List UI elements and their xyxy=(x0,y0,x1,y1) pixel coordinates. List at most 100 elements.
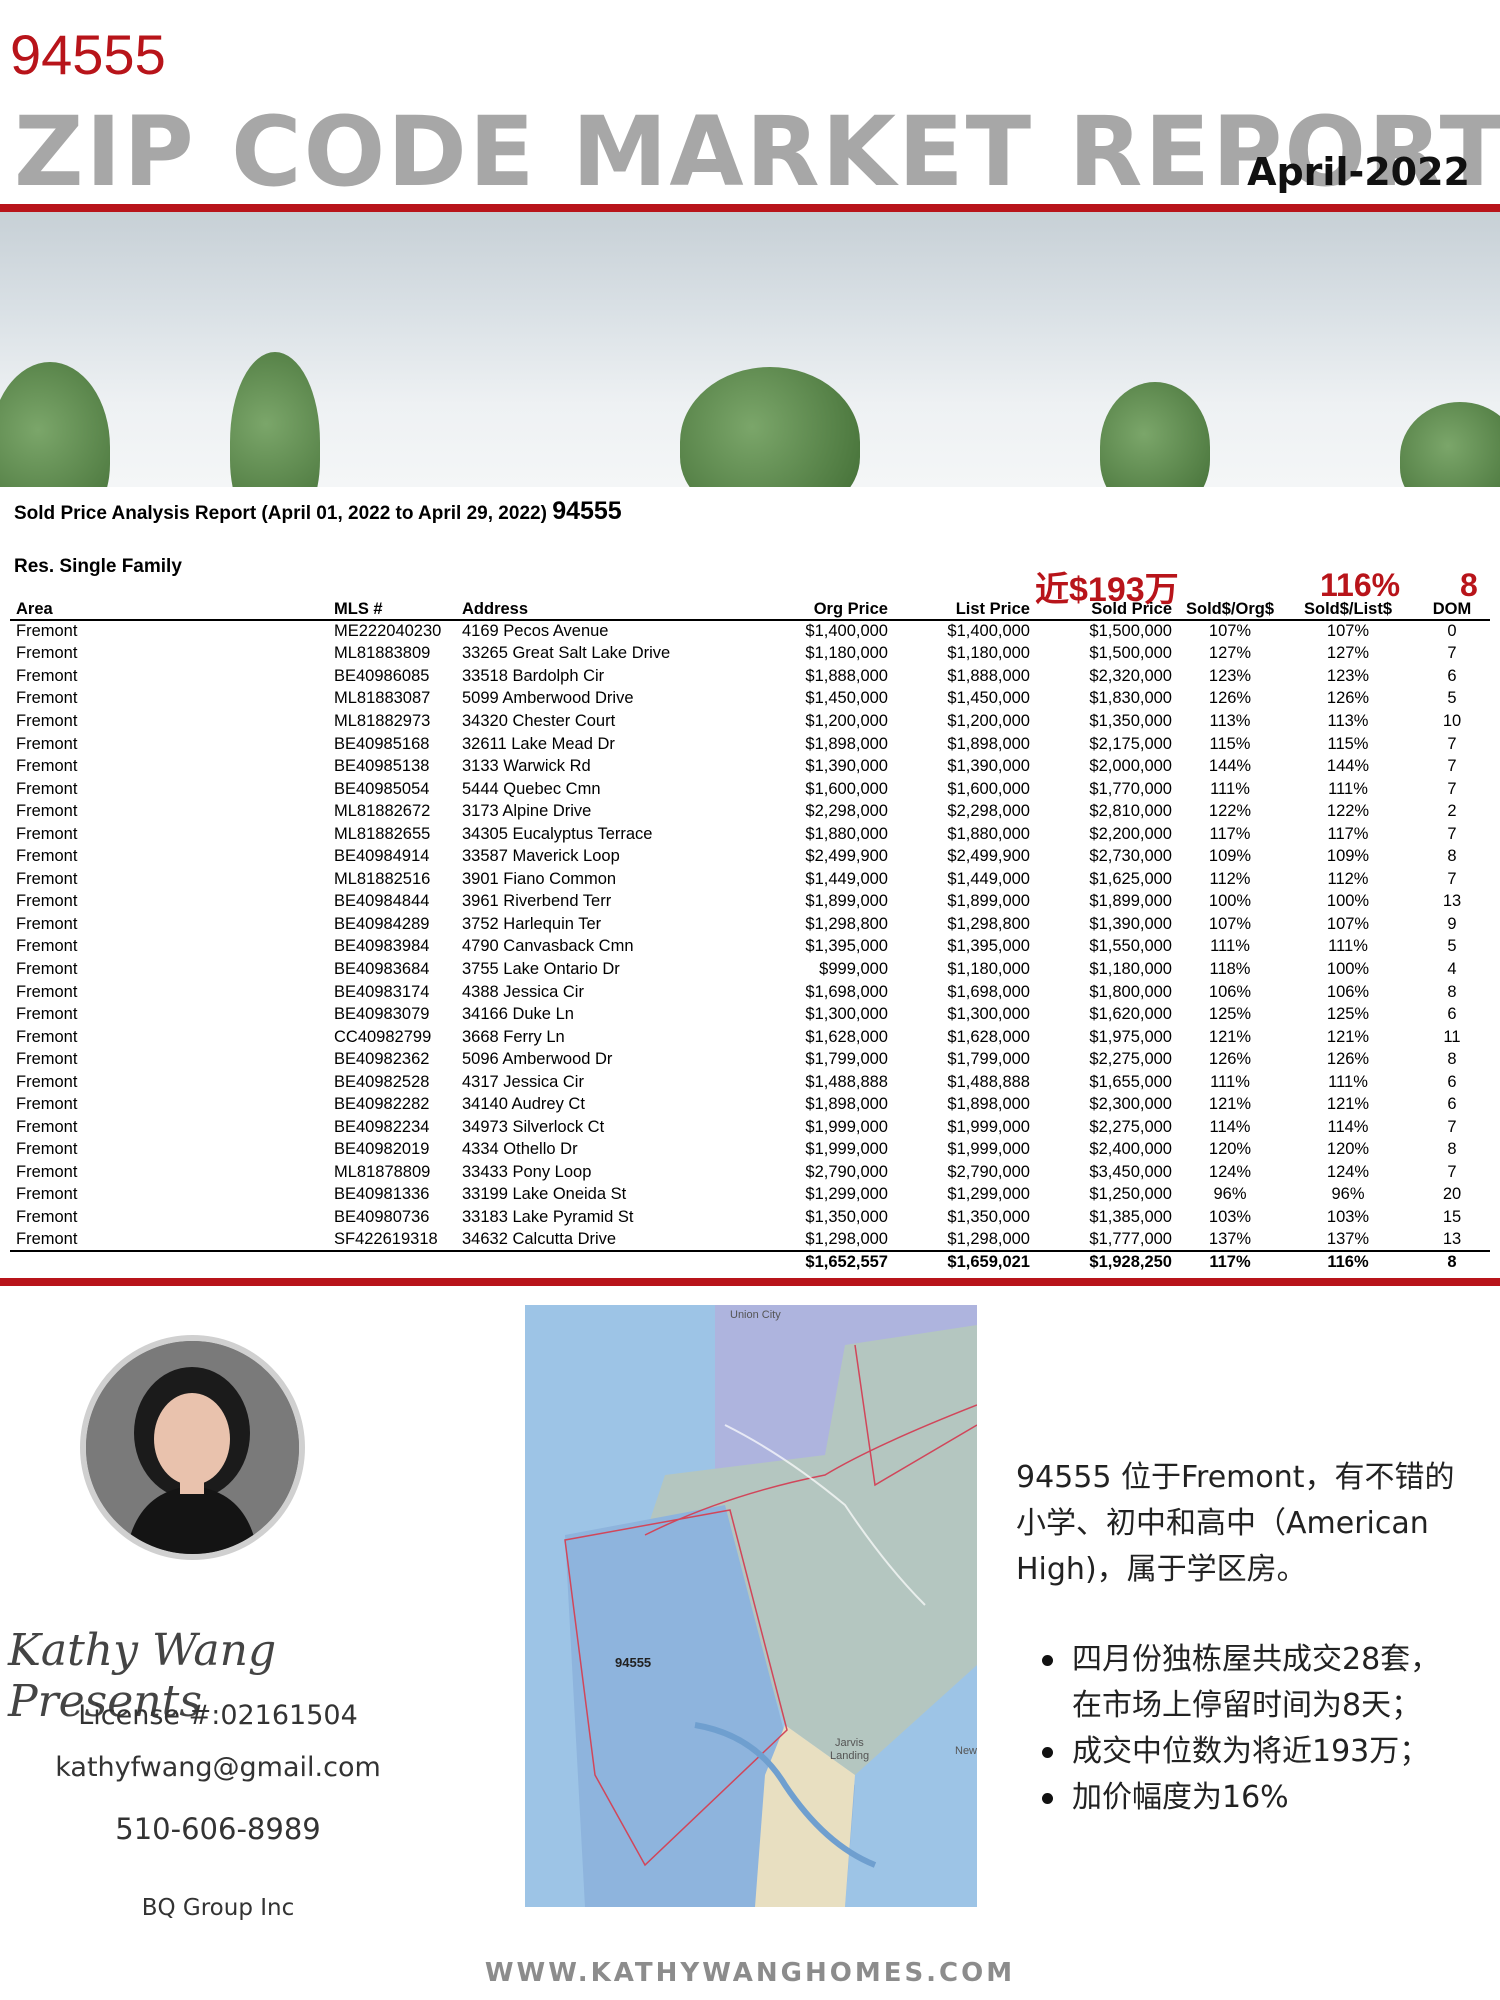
table-cell: 7 xyxy=(1447,869,1457,888)
col-header: Sold Price xyxy=(1036,600,1178,621)
table-cell: $1,880,000 xyxy=(805,824,888,843)
website-link[interactable]: WWW.KATHYWANGHOMES.COM xyxy=(0,1958,1500,1988)
table-cell: $1,500,000 xyxy=(1089,622,1172,641)
table-cell: $1,200,000 xyxy=(947,711,1030,730)
table-cell: $1,350,000 xyxy=(947,1207,1030,1226)
analysis-zip: 94555 xyxy=(552,497,622,525)
table-cell: $1,898,000 xyxy=(947,734,1030,753)
table-row: Fremont ML81878809 33433 Pony Loop $2,790,0… xyxy=(10,1161,1490,1184)
table-cell: Fremont xyxy=(16,1162,78,1181)
top-rule xyxy=(0,204,1500,212)
table-row: Fremont BE40984914 33587 Maverick Loop $2,4… xyxy=(10,845,1490,868)
table-cell: 6 xyxy=(1447,666,1457,685)
table-cell: 126% xyxy=(1326,689,1370,708)
table-row: Fremont BE40986085 33518 Bardolph Cir $1,88… xyxy=(10,665,1490,688)
table-cell: $1,975,000 xyxy=(1089,1027,1172,1046)
table-cell: 144% xyxy=(1326,757,1370,776)
table-cell: ML81878809 xyxy=(334,1162,431,1181)
table-cell: 111% xyxy=(1328,1072,1368,1091)
table-cell: 100% xyxy=(1208,892,1252,911)
map-graphic xyxy=(525,1305,977,1907)
map-label-zip: 94555 xyxy=(615,1655,652,1670)
table-cell: $1,888,000 xyxy=(947,666,1030,685)
table-cell: Fremont xyxy=(16,824,78,843)
table-cell: $1,350,000 xyxy=(805,1207,888,1226)
table-cell: 112% xyxy=(1327,869,1369,888)
table-cell: Fremont xyxy=(16,1140,78,1159)
summary-intro: 94555 位于Fremont，有不错的小学、初中和高中（American Hi… xyxy=(1016,1460,1455,1587)
table-cell: Fremont xyxy=(16,1095,78,1114)
table-cell: Fremont xyxy=(16,1027,78,1046)
table-cell: $2,300,000 xyxy=(1089,1095,1172,1114)
col-header: Sold$/List$ xyxy=(1282,600,1414,621)
agent-email[interactable]: kathyfwang@gmail.com xyxy=(0,1752,436,1783)
table-cell: 103% xyxy=(1326,1207,1370,1226)
table-cell: $1,550,000 xyxy=(1089,937,1172,956)
table-cell: 111% xyxy=(1210,779,1250,798)
table-cell: $2,730,000 xyxy=(1089,847,1172,866)
col-header: Area xyxy=(10,600,328,621)
table-cell: Fremont xyxy=(16,1185,78,1204)
table-cell: $3,450,000 xyxy=(1089,1162,1172,1181)
table-cell: $1,400,000 xyxy=(805,622,888,641)
table-cell: ML81883809 xyxy=(334,644,431,663)
table-cell: 0 xyxy=(1447,622,1457,641)
table-cell: $1,180,000 xyxy=(947,644,1030,663)
table-row: Fremont BE40982362 5096 Amberwood Dr $1,799… xyxy=(10,1048,1490,1071)
table-row: Fremont ML81882973 34320 Chester Court $1,2… xyxy=(10,710,1490,733)
table-cell: $2,298,000 xyxy=(947,802,1030,821)
table-row: Fremont SF422619318 34632 Calcutta Drive $1… xyxy=(10,1229,1490,1252)
summary-bullet: 成交中位数为将近193万； xyxy=(1042,1729,1492,1775)
table-cell: BE40985168 xyxy=(334,734,430,753)
table-cell: $1,799,000 xyxy=(947,1050,1030,1069)
table-cell: BE40982234 xyxy=(334,1117,430,1136)
table-cell: 3668 Ferry Ln xyxy=(462,1027,565,1046)
table-cell: $1,628,000 xyxy=(947,1027,1030,1046)
analysis-title: Sold Price Analysis Report (April 01, 20… xyxy=(14,497,622,526)
table-cell: $1,350,000 xyxy=(1089,711,1172,730)
table-cell: $2,320,000 xyxy=(1089,666,1172,685)
table-cell: 125% xyxy=(1326,1005,1370,1024)
table-cell: 114% xyxy=(1209,1117,1251,1136)
table-cell: 5 xyxy=(1447,689,1457,708)
map-label-place: New xyxy=(955,1745,977,1757)
table-cell: $2,790,000 xyxy=(947,1162,1030,1181)
table-cell: 3901 Fiano Common xyxy=(462,869,617,888)
table-cell: BE40982362 xyxy=(334,1050,430,1069)
table-cell: $1,770,000 xyxy=(1089,779,1172,798)
table-cell: 106% xyxy=(1326,982,1370,1001)
table-cell: 6 xyxy=(1447,1095,1457,1114)
table-cell: 107% xyxy=(1326,622,1370,641)
table-cell: Fremont xyxy=(16,847,78,866)
table-row: Fremont BE40982282 34140 Audrey Ct $1,898,0… xyxy=(10,1093,1490,1116)
table-cell: 3173 Alpine Drive xyxy=(462,802,592,821)
tree-shape xyxy=(1400,402,1500,487)
table-row: Fremont BE40984844 3961 Riverbend Terr $1,8… xyxy=(10,891,1490,914)
table-cell: 4388 Jessica Cir xyxy=(462,982,584,1001)
table-cell: Fremont xyxy=(16,734,78,753)
agent-phone[interactable]: 510-606-8989 xyxy=(0,1812,436,1846)
summary-bullets: 四月份独栋屋共成交28套， 在市场上停留时间为8天； 成交中位数为将近193万；… xyxy=(1042,1637,1492,1821)
table-row: Fremont BE40985138 3133 Warwick Rd $1,390,0… xyxy=(10,755,1490,778)
analysis-title-text: Sold Price Analysis Report (April 01, 20… xyxy=(14,503,547,524)
table-cell: 113% xyxy=(1327,711,1369,730)
table-cell: 34632 Calcutta Drive xyxy=(462,1230,617,1249)
table-cell: 111% xyxy=(1328,779,1368,798)
table-cell: SF422619318 xyxy=(334,1230,438,1249)
table-cell: $2,810,000 xyxy=(1089,802,1172,821)
table-cell: $1,400,000 xyxy=(947,622,1030,641)
table-cell: $1,449,000 xyxy=(805,869,888,888)
table-cell: 13 xyxy=(1442,892,1462,911)
table-cell: $1,899,000 xyxy=(805,892,888,911)
totals-row: $1,652,557 $1,659,021 $1,928,250 117% 11… xyxy=(10,1250,1490,1274)
table-cell: $1,300,000 xyxy=(947,1005,1030,1024)
table-cell: 8 xyxy=(1447,1050,1457,1069)
table-cell: Fremont xyxy=(16,1050,78,1069)
table-cell: $1,450,000 xyxy=(947,689,1030,708)
table-cell: $1,600,000 xyxy=(947,779,1030,798)
table-cell: 34320 Chester Court xyxy=(462,711,616,730)
table-cell: 34166 Duke Ln xyxy=(462,1005,574,1024)
total-org-price: $1,652,557 xyxy=(756,1250,894,1274)
table-cell: 123% xyxy=(1208,666,1252,685)
table-cell: $1,620,000 xyxy=(1089,1005,1172,1024)
